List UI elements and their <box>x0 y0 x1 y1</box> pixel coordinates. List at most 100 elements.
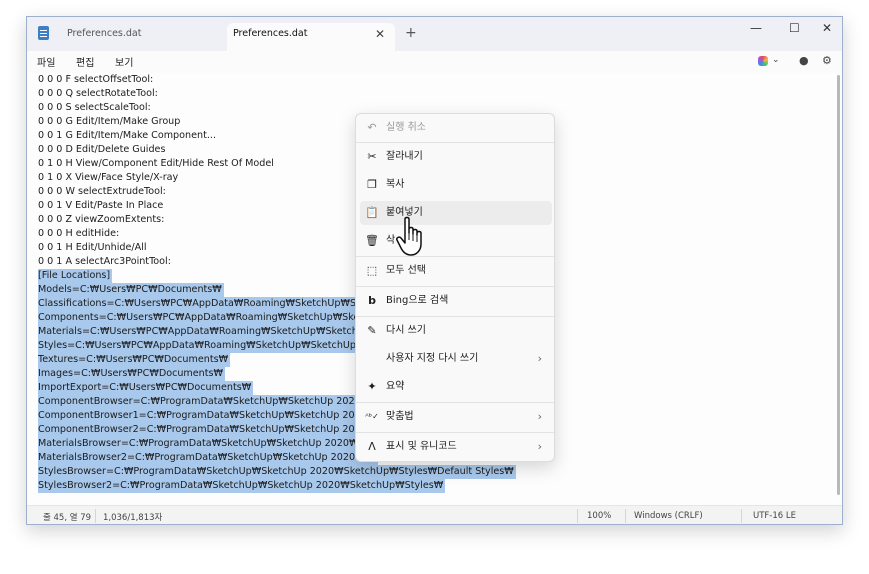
selected-text-line: MaterialsBrowser=C:₩ProgramData₩SketchUp… <box>38 437 373 451</box>
divider <box>356 286 554 287</box>
bing-icon: b <box>368 294 376 307</box>
character-count: 1,036/1,813자 <box>103 513 163 523</box>
menu-item-bing-search[interactable]: b Bing으로 검색 <box>360 289 552 313</box>
text-line: 0 0 0 S selectScaleTool: <box>38 102 151 113</box>
menu-item-label: 복사 <box>386 179 405 190</box>
menu-item-paste[interactable]: 📋 붙여넣기 <box>360 201 552 225</box>
tab-preferences-1[interactable]: Preferences.dat <box>57 23 227 51</box>
hand-cursor-icon <box>396 216 422 256</box>
title-bar: Preferences.dat Preferences.dat ✕ + — ☐ … <box>27 17 842 51</box>
divider <box>356 256 554 257</box>
menu-item-label: 삭 <box>386 235 396 246</box>
text-line: 0 0 0 D Edit/Delete Guides <box>38 144 166 155</box>
text-line: 0 1 0 X View/Face Style/X-ray <box>38 172 179 183</box>
menu-item-delete[interactable]: 🗑 삭 <box>360 229 552 253</box>
menu-item-label: 실행 취소 <box>386 122 426 133</box>
copilot-icon[interactable] <box>758 56 768 66</box>
line-ending[interactable]: Windows (CRLF) <box>634 511 703 521</box>
divider <box>625 509 626 523</box>
divider <box>741 509 742 523</box>
tab-label: Preferences.dat <box>233 28 308 39</box>
text-line: 0 0 0 H editHide: <box>38 228 120 239</box>
menu-item-spelling[interactable]: ᴬᵇ✓ 맞춤법 › <box>360 405 552 429</box>
unicode-icon: Λ <box>368 440 376 453</box>
chevron-right-icon: › <box>537 410 542 423</box>
menu-item-unicode[interactable]: Λ 표시 및 유니코드 › <box>360 435 552 459</box>
menu-item-copy[interactable]: ❐ 복사 <box>360 173 552 197</box>
menu-item-label: 다시 쓰기 <box>386 325 426 336</box>
divider <box>577 509 578 523</box>
divider <box>356 316 554 317</box>
divider <box>356 142 554 143</box>
trash-icon: 🗑 <box>365 234 379 247</box>
new-tab-button[interactable]: + <box>405 25 417 41</box>
encoding[interactable]: UTF-16 LE <box>753 511 796 521</box>
menu-item-label: 모두 선택 <box>386 265 426 276</box>
text-line: 0 0 0 F selectOffsetTool: <box>38 74 154 85</box>
menu-edit[interactable]: 편집 <box>76 54 94 69</box>
menu-item-summarize[interactable]: ✦ 요약 <box>360 375 552 399</box>
menu-item-cut[interactable]: ✂ 잘라내기 <box>360 145 552 169</box>
selected-text-line: Materials=C:₩Users₩PC₩AppData₩Roaming₩Sk… <box>38 325 373 339</box>
selected-text-line: StylesBrowser2=C:₩ProgramData₩SketchUp₩S… <box>38 479 446 493</box>
divider <box>356 402 554 403</box>
menu-item-label: Bing으로 검색 <box>386 295 449 306</box>
minimize-button[interactable]: — <box>750 21 762 35</box>
menu-item-label: 잘라내기 <box>386 151 423 162</box>
selected-text-line: [File Locations] <box>38 269 113 283</box>
chevron-down-icon[interactable]: ⌄ <box>772 55 780 65</box>
selected-text-line: StylesBrowser=C:₩ProgramData₩SketchUp₩Sk… <box>38 465 516 479</box>
text-line: 0 0 0 G Edit/Item/Make Group <box>38 116 181 127</box>
selected-text-line: ImportExport=C:₩Users₩PC₩Documents₩ <box>38 381 254 395</box>
maximize-button[interactable]: ☐ <box>789 21 800 35</box>
status-bar: 줄 45, 열 79 1,036/1,813자 100% Windows (CR… <box>27 505 842 524</box>
selected-text-line: ComponentBrowser2=C:₩ProgramData₩SketchU… <box>38 423 369 437</box>
paste-icon: 📋 <box>365 206 379 219</box>
settings-icon[interactable]: ⚙ <box>822 54 832 67</box>
selected-text-line: Images=C:₩Users₩PC₩Documents₩ <box>38 367 226 381</box>
context-menu: ↶ 실행 취소 ✂ 잘라내기 ❐ 복사 📋 붙여넣기 🗑 삭 ⬚ 모두 선택 b… <box>355 113 555 462</box>
selected-text-line: Styles=C:₩Users₩PC₩AppData₩Roaming₩Sketc… <box>38 339 374 353</box>
text-line: 0 1 0 H View/Component Edit/Hide Rest Of… <box>38 158 274 169</box>
account-icon[interactable]: ● <box>799 54 809 67</box>
close-tab-icon[interactable]: ✕ <box>375 23 385 45</box>
rewrite-icon: ✎ <box>367 324 377 337</box>
text-line: 0 0 1 A selectArc3PointTool: <box>38 256 171 267</box>
summarize-icon: ✦ <box>367 380 377 393</box>
menu-item-undo[interactable]: ↶ 실행 취소 <box>360 116 552 140</box>
menu-bar: 파일 편집 보기 ⌄ ● ⚙ <box>27 51 842 73</box>
copy-icon: ❐ <box>367 178 377 191</box>
notepad-icon <box>38 26 49 40</box>
menu-view[interactable]: 보기 <box>115 54 133 69</box>
menu-item-label: 표시 및 유니코드 <box>386 441 457 452</box>
vertical-scrollbar[interactable] <box>837 75 840 495</box>
close-window-button[interactable]: ✕ <box>822 21 832 35</box>
zoom-level[interactable]: 100% <box>587 511 611 521</box>
selected-text-line: Components=C:₩Users₩PC₩AppData₩Roaming₩S… <box>38 311 371 325</box>
menu-file[interactable]: 파일 <box>37 54 55 69</box>
chevron-right-icon: › <box>537 440 542 453</box>
cursor-position: 줄 45, 열 79 <box>43 513 92 523</box>
scissors-icon: ✂ <box>367 150 377 163</box>
menu-item-select-all[interactable]: ⬚ 모두 선택 <box>360 259 552 283</box>
text-line: 0 0 1 G Edit/Item/Make Component... <box>38 130 216 141</box>
tab-preferences-2-active[interactable]: Preferences.dat ✕ <box>227 23 395 51</box>
menu-item-label: 요약 <box>386 381 405 392</box>
menu-item-label: 맞춤법 <box>386 411 414 422</box>
selected-text-line: Classifications=C:₩Users₩PC₩AppData₩Roam… <box>38 297 379 311</box>
text-line: 0 0 1 V Edit/Paste In Place <box>38 200 164 211</box>
menu-item-label: 사용자 지정 다시 쓰기 <box>386 353 479 364</box>
selected-text-line: MaterialsBrowser2=C:₩ProgramData₩SketchU… <box>38 451 379 465</box>
menu-item-custom-rewrite[interactable]: 사용자 지정 다시 쓰기 › <box>360 347 552 371</box>
select-all-icon: ⬚ <box>366 264 378 277</box>
selected-text-line: Textures=C:₩Users₩PC₩Documents₩ <box>38 353 231 367</box>
selected-text-line: ComponentBrowser=C:₩ProgramData₩SketchUp… <box>38 395 373 409</box>
menu-item-rewrite[interactable]: ✎ 다시 쓰기 <box>360 319 552 343</box>
text-line: 0 0 1 H Edit/Unhide/All <box>38 242 147 253</box>
spelling-icon: ᴬᵇ✓ <box>365 412 379 421</box>
divider <box>356 432 554 433</box>
selected-text-line: ComponentBrowser1=C:₩ProgramData₩SketchU… <box>38 409 369 423</box>
text-line: 0 0 0 W selectExtrudeTool: <box>38 186 166 197</box>
text-line: 0 0 0 Q selectRotateTool: <box>38 88 158 99</box>
selected-text-line: Models=C:₩Users₩PC₩Documents₩ <box>38 283 224 297</box>
